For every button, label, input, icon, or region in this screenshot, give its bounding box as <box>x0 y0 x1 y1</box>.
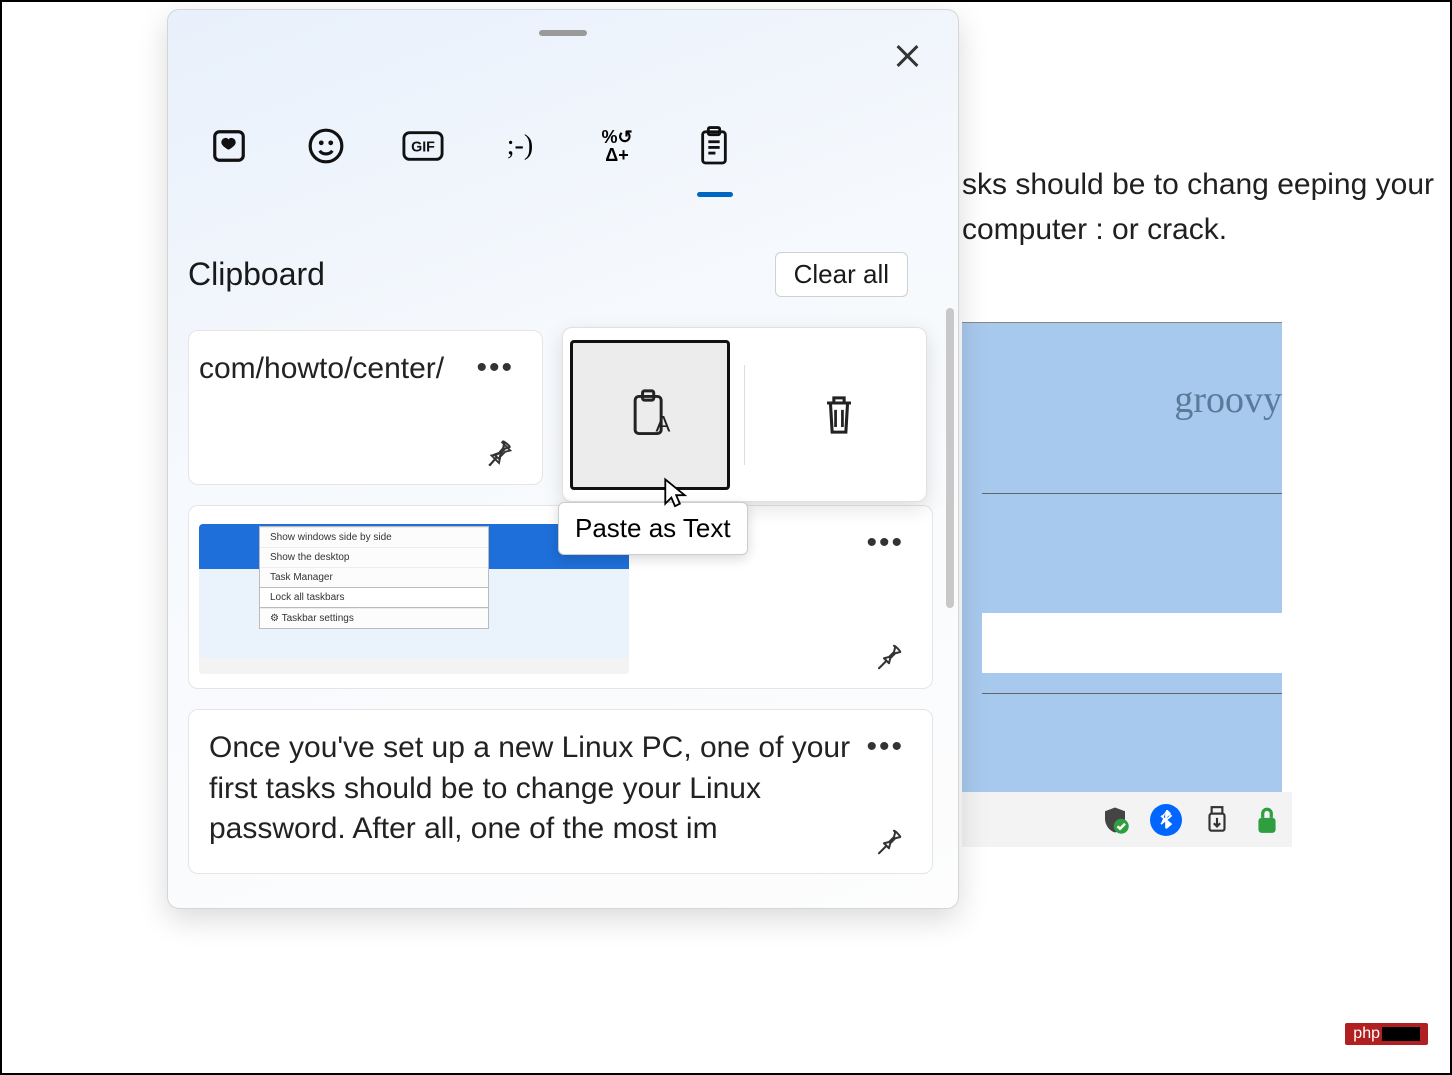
more-options-button[interactable]: ••• <box>476 351 514 385</box>
more-options-button[interactable]: ••• <box>866 730 904 764</box>
close-button[interactable] <box>891 40 923 72</box>
clipboard-text-content: com/howto/center/ <box>199 349 522 390</box>
svg-text:GIF: GIF <box>411 140 435 156</box>
more-options-button[interactable]: ••• <box>866 526 904 560</box>
action-divider <box>744 365 745 465</box>
pin-button[interactable] <box>874 827 906 859</box>
paste-as-text-button[interactable]: A <box>570 340 730 490</box>
clipboard-tab[interactable] <box>693 125 735 167</box>
lock-icon[interactable] <box>1252 805 1282 835</box>
background-logo: groovy <box>1174 378 1282 422</box>
scrollbar[interactable] <box>946 308 954 608</box>
background-divider <box>982 693 1282 694</box>
security-shield-icon[interactable] <box>1100 805 1130 835</box>
thumbnail-context-menu: Show windows side by side Show the deskt… <box>259 526 489 629</box>
thumbnail-menu-row: Task Manager <box>260 567 488 587</box>
gif-tab[interactable]: GIF <box>402 125 444 167</box>
tooltip: Paste as Text <box>558 502 748 555</box>
thumbnail-taskbar <box>199 658 629 674</box>
symbols-tab[interactable]: %↺ Δ+ <box>596 125 638 167</box>
usb-drive-icon[interactable] <box>1202 805 1232 835</box>
clear-all-button[interactable]: Clear all <box>775 252 908 297</box>
pin-button[interactable] <box>874 642 906 674</box>
kaomoji-tab[interactable]: ;-) <box>499 125 541 167</box>
delete-item-button[interactable] <box>759 340 919 490</box>
system-tray <box>962 792 1292 847</box>
bluetooth-icon[interactable] <box>1150 804 1182 836</box>
clipboard-text-content: Once you've set up a new Linux PC, one o… <box>199 728 912 850</box>
background-divider <box>982 493 1282 494</box>
item-action-popup: A <box>562 327 927 502</box>
background-highlight-row <box>982 613 1282 673</box>
background-article-text: sks should be to chang eeping your compu… <box>962 162 1442 252</box>
section-title: Clipboard <box>188 256 325 293</box>
cursor-icon <box>662 477 686 509</box>
thumbnail-menu-row: Show the desktop <box>260 547 488 567</box>
thumbnail-menu-row: Show windows side by side <box>260 527 488 547</box>
watermark-badge: php <box>1345 1023 1428 1045</box>
svg-text:A: A <box>656 411 671 436</box>
clipboard-item-text[interactable]: com/howto/center/ ••• <box>188 330 543 485</box>
drag-handle[interactable] <box>539 30 587 36</box>
recent-tab[interactable] <box>208 125 250 167</box>
thumbnail-menu-row: ⚙ Taskbar settings <box>260 608 488 628</box>
pin-button[interactable] <box>484 438 516 470</box>
clipboard-item-text[interactable]: Once you've set up a new Linux PC, one o… <box>188 709 933 874</box>
section-header: Clipboard Clear all <box>188 252 938 297</box>
category-tabbar: GIF ;-) %↺ Δ+ <box>208 125 735 167</box>
background-image-area: groovy <box>962 322 1282 792</box>
emoji-tab[interactable] <box>305 125 347 167</box>
thumbnail-menu-row: Lock all taskbars <box>260 587 488 608</box>
